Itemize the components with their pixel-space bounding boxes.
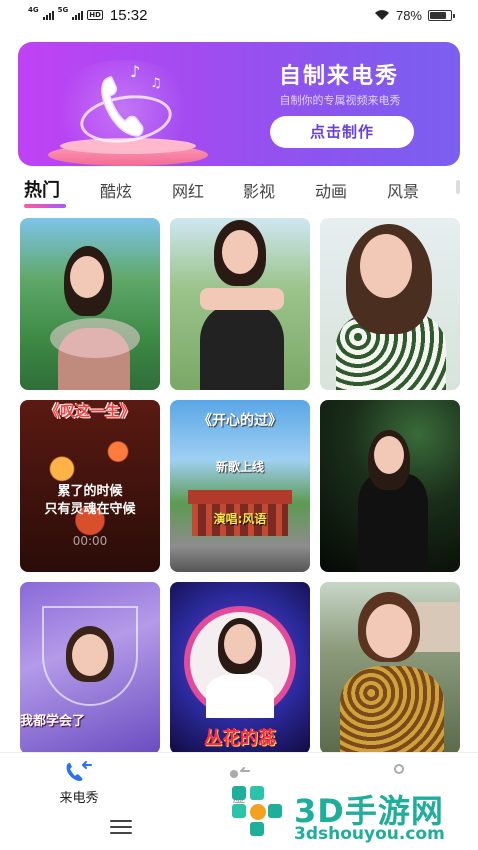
signal-icon — [42, 10, 54, 20]
tab-cool[interactable]: 酷炫 — [100, 178, 132, 202]
status-right: 78% — [374, 7, 455, 23]
network-type-2: 5G — [57, 5, 69, 14]
card-subtitle: 新歌上线 — [215, 460, 264, 474]
phone-call-icon — [66, 761, 92, 781]
create-button[interactable]: 点击制作 — [270, 116, 414, 148]
card-title: 《开心的过》 — [198, 413, 282, 429]
tab-scroll-hint — [456, 180, 460, 194]
status-time: 15:32 — [109, 6, 148, 24]
nav-label-call-show: 来电秀 — [59, 791, 99, 806]
wifi-icon — [374, 10, 389, 20]
signal-icon-2 — [72, 10, 84, 20]
video-card[interactable] — [20, 218, 160, 390]
card-lyric: 累了的时候 — [57, 484, 123, 499]
video-card[interactable]: 我都学会了 — [20, 582, 160, 754]
user-icon — [394, 764, 404, 774]
watermark: 3D手游网 3dshouyou.com — [228, 782, 478, 850]
card-singer: 演唱:风语 — [213, 512, 267, 526]
video-card[interactable] — [320, 400, 460, 572]
status-left: 4G 5G HD 15:32 — [28, 6, 147, 24]
network-type-1: 4G — [28, 5, 39, 14]
video-card[interactable] — [320, 218, 460, 390]
category-tabs: 热门 酷炫 网红 影视 动画 风景 — [0, 176, 478, 210]
watermark-logo-icon — [232, 786, 282, 836]
video-card[interactable]: 丛花的蕊 — [170, 582, 310, 754]
music-note-icon: ♪ — [130, 62, 141, 81]
battery-percent: 78% — [395, 7, 422, 23]
phone-icon — [101, 76, 144, 137]
nav-item-call-show[interactable]: 来电秀 — [34, 761, 124, 806]
create-call-show-banner[interactable]: ♪ ♫ 自制来电秀 自制你的专属视频来电秀 点击制作 — [18, 42, 460, 166]
card-time: 00:00 — [72, 534, 108, 548]
virtual-icon — [230, 767, 250, 778]
tab-scenery[interactable]: 风景 — [387, 178, 419, 202]
video-card[interactable]: 《叹这一生》 累了的时候 只有灵魂在守候 00:00 — [20, 400, 160, 572]
banner-subtitle: 自制你的专属视频来电秀 — [279, 94, 401, 107]
tab-animation[interactable]: 动画 — [315, 178, 347, 202]
card-lyric: 丛花的蕊 — [204, 728, 276, 749]
card-lyric: 只有灵魂在守候 — [44, 502, 136, 517]
menu-icon[interactable] — [110, 820, 132, 834]
status-bar: 4G 5G HD 15:32 78% — [0, 0, 478, 30]
card-title: 《叹这一生》 — [44, 402, 135, 420]
hd-voice-icon: HD — [87, 10, 103, 20]
battery-icon — [428, 9, 455, 21]
tab-hot[interactable]: 热门 — [24, 176, 60, 202]
tab-influencer[interactable]: 网红 — [172, 178, 204, 202]
watermark-url: 3dshouyou.com — [294, 824, 445, 844]
tab-movies[interactable]: 影视 — [243, 178, 275, 202]
video-card[interactable] — [320, 582, 460, 754]
card-lyric: 我都学会了 — [20, 714, 86, 729]
music-note-icon: ♫ — [150, 76, 162, 91]
video-card[interactable]: 《开心的过》 新歌上线 演唱:风语 — [170, 400, 310, 572]
active-tab-indicator — [24, 204, 66, 208]
banner-title: 自制来电秀 — [278, 64, 399, 89]
video-card[interactable] — [170, 218, 310, 390]
